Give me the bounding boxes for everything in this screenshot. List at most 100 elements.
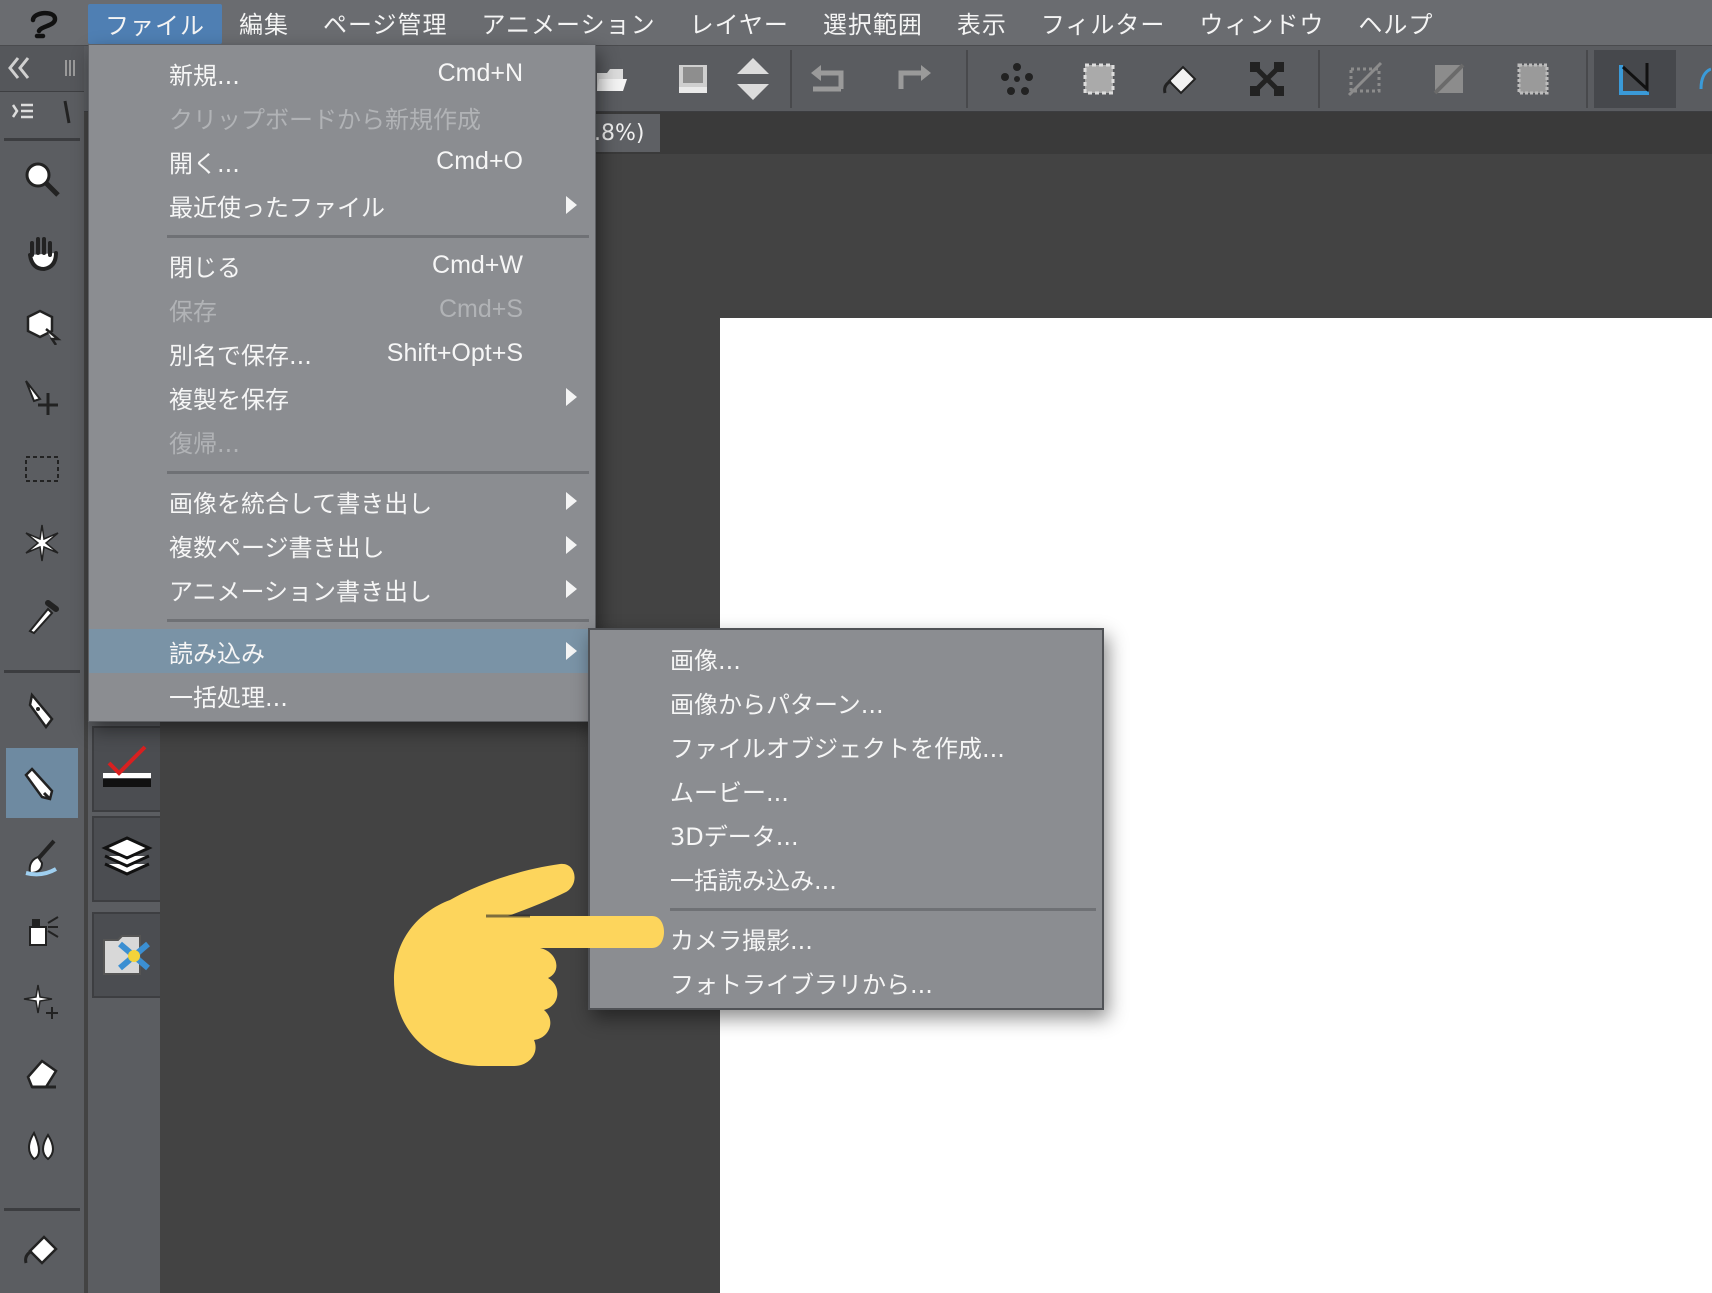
fill-bucket-icon[interactable] (1156, 54, 1206, 104)
transform-icon[interactable] (1242, 54, 1292, 104)
clear-outside-icon[interactable] (1340, 54, 1390, 104)
menu-save-as[interactable]: 別名で保存... Shift+Opt+S (89, 331, 595, 375)
auto-select-tool-icon[interactable] (6, 508, 78, 578)
menu-export-multiple-pages-label: 複数ページ書き出し (169, 533, 385, 562)
menu-file[interactable]: ファイル (88, 3, 222, 44)
tool-palette-header (0, 46, 84, 92)
menu-new-from-clipboard: クリップボードから新規作成 (89, 95, 595, 139)
menu-recent-files[interactable]: 最近使ったファイル (89, 183, 595, 227)
menu-revert-label: 復帰... (169, 429, 240, 458)
submenu-arrow-icon (566, 492, 577, 510)
canvas-tab[interactable]: .8%) (588, 114, 660, 152)
submenu-arrow-icon (566, 642, 577, 660)
menu-save: 保存 Cmd+S (89, 287, 595, 331)
submenu-arrow-icon (566, 388, 577, 406)
menu-selection[interactable]: 選択範囲 (806, 0, 940, 46)
menu-save-label: 保存 (169, 297, 217, 326)
redo-icon[interactable] (888, 54, 938, 104)
import-movie-label: ムービー... (670, 778, 789, 807)
tool-palette (0, 92, 84, 1293)
fill-selection-icon[interactable] (1424, 54, 1474, 104)
fill-tool-icon[interactable] (6, 1214, 78, 1284)
import-3d-data-label: 3Dデータ... (670, 822, 799, 851)
save-icon[interactable] (668, 54, 718, 104)
menu-save-duplicate[interactable]: 複製を保存 (89, 375, 595, 419)
file-menu-dropdown: 新規... Cmd+N クリップボードから新規作成 開く... Cmd+O 最近… (88, 44, 596, 722)
sub-tool-menu-icon[interactable] (6, 94, 78, 134)
eyedropper-tool-icon[interactable] (6, 580, 78, 650)
menu-separator (167, 235, 589, 238)
menu-save-as-shortcut: Shift+Opt+S (386, 338, 523, 367)
import-3d-data[interactable]: 3Dデータ... (590, 812, 1102, 856)
import-from-photo-library-label: フォトライブラリから... (670, 970, 933, 999)
import-pattern-from-image[interactable]: 画像からパターン... (590, 680, 1102, 724)
pen-tool-icon[interactable] (6, 676, 78, 746)
decoration-tool-icon[interactable] (6, 966, 78, 1036)
menu-export-animation-label: アニメーション書き出し (169, 577, 433, 606)
menu-open[interactable]: 開く... Cmd+O (89, 139, 595, 183)
menu-new-shortcut: Cmd+N (437, 58, 523, 87)
submenu-arrow-icon (566, 196, 577, 214)
menu-window[interactable]: ウィンドウ (1182, 0, 1341, 46)
menu-open-shortcut: Cmd+O (436, 146, 523, 175)
airbrush-tool-icon[interactable] (6, 894, 78, 964)
zoom-tool-icon[interactable] (6, 144, 78, 214)
clip-studio-logo-icon[interactable] (0, 0, 88, 46)
pencil-tool-icon[interactable] (6, 748, 78, 818)
hand-tool-icon[interactable] (6, 218, 78, 288)
menu-page-management[interactable]: ページ管理 (306, 0, 465, 46)
menu-new-label: 新規... (169, 61, 240, 90)
move-layer-tool-icon[interactable] (6, 362, 78, 432)
object-tool-icon[interactable] (6, 290, 78, 360)
grid-icon[interactable] (1508, 54, 1558, 104)
import-image[interactable]: 画像... (590, 636, 1102, 680)
special-ruler-icon[interactable] (1680, 54, 1712, 104)
menu-new-from-clipboard-label: クリップボードから新規作成 (169, 105, 481, 134)
menu-separator (167, 471, 589, 474)
menu-import-label: 読み込み (169, 639, 265, 668)
menu-save-shortcut: Cmd+S (438, 294, 523, 323)
menu-layer[interactable]: レイヤー (673, 0, 806, 46)
selection-shrink-icon[interactable] (1074, 54, 1124, 104)
menu-batch-process-label: 一括処理... (169, 683, 288, 712)
menu-revert: 復帰... (89, 419, 595, 463)
menu-import[interactable]: 読み込み (89, 629, 595, 673)
menu-filter[interactable]: フィルター (1024, 0, 1183, 46)
eraser-tool-icon[interactable] (6, 1038, 78, 1108)
menu-view[interactable]: 表示 (940, 0, 1024, 46)
layer-panel-icon[interactable] (92, 816, 162, 902)
menu-new[interactable]: 新規... Cmd+N (89, 51, 595, 95)
brush-tool-icon[interactable] (6, 822, 78, 892)
menu-open-label: 開く... (169, 149, 240, 178)
menu-close[interactable]: 閉じる Cmd+W (89, 243, 595, 287)
menu-recent-files-label: 最近使ったファイル (169, 193, 385, 222)
layer-property-icon[interactable] (92, 726, 162, 812)
menu-export-animation[interactable]: アニメーション書き出し (89, 567, 595, 611)
ruler-snap-icon[interactable] (1610, 54, 1660, 104)
menu-export-multiple-pages[interactable]: 複数ページ書き出し (89, 523, 595, 567)
menu-save-duplicate-label: 複製を保存 (169, 385, 289, 414)
menu-batch-process[interactable]: 一括処理... (89, 673, 595, 717)
import-camera-capture-label: カメラ撮影... (670, 926, 813, 955)
blend-tool-icon[interactable] (6, 1110, 78, 1180)
menu-save-as-label: 別名で保存... (169, 341, 312, 370)
submenu-arrow-icon (566, 536, 577, 554)
menu-export-single-layer-label: 画像を統合して書き出し (169, 489, 433, 518)
marquee-selection-tool-icon[interactable] (6, 434, 78, 504)
import-pattern-from-image-label: 画像からパターン... (670, 690, 884, 719)
import-image-label: 画像... (670, 646, 741, 675)
menu-animation[interactable]: アニメーション (465, 0, 673, 46)
layer-order-icon[interactable] (728, 54, 778, 104)
menu-export-single-layer[interactable]: 画像を統合して書き出し (89, 479, 595, 523)
dot-pattern-icon[interactable] (992, 54, 1042, 104)
undo-icon[interactable] (804, 54, 854, 104)
menu-separator (670, 908, 1096, 911)
import-movie[interactable]: ムービー... (590, 768, 1102, 812)
material-folder-icon[interactable] (92, 912, 162, 998)
import-create-file-object[interactable]: ファイルオブジェクトを作成... (590, 724, 1102, 768)
menu-help[interactable]: ヘルプ (1341, 0, 1450, 46)
menu-close-shortcut: Cmd+W (432, 250, 523, 279)
menu-edit[interactable]: 編集 (222, 0, 306, 46)
import-create-file-object-label: ファイルオブジェクトを作成... (670, 734, 1005, 763)
import-batch-label: 一括読み込み... (670, 866, 837, 895)
